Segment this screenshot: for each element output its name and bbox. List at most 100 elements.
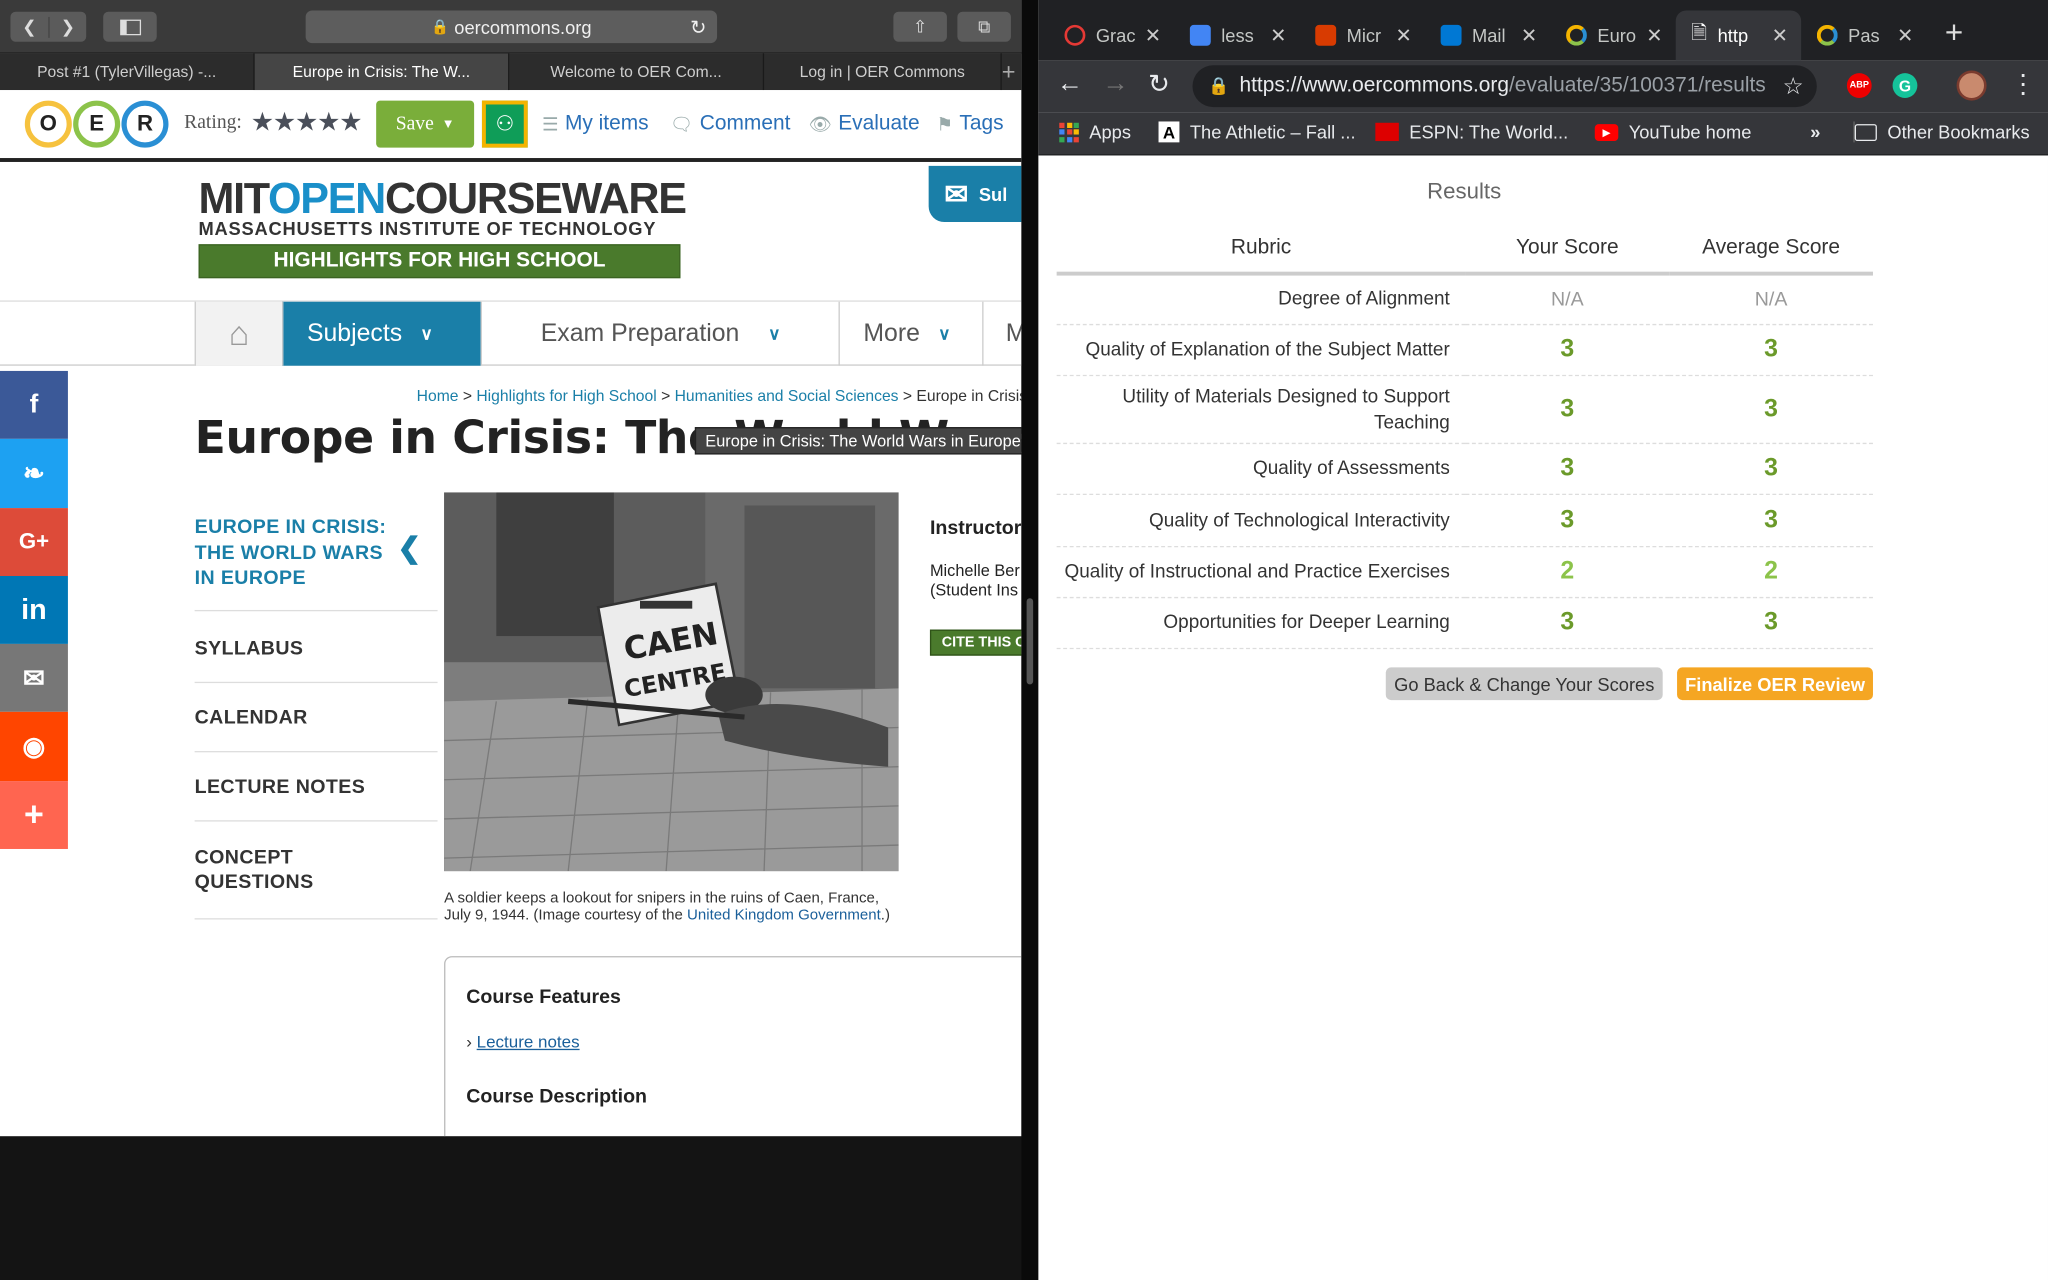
course-nav-calendar[interactable]: CALENDAR — [194, 682, 438, 752]
my-items-link[interactable]: ☰ My items — [542, 112, 649, 136]
forward-icon[interactable]: ❯ — [48, 16, 86, 38]
nav-more-label: More — [863, 319, 920, 347]
safari-toolbar: ❮ ❯ 🔒 oercommons.org ↻ ⇧ ⧉ — [0, 0, 1022, 54]
reddit-icon[interactable]: ◉ — [0, 712, 68, 781]
results-header-row: Rubric Your Score Average Score — [1056, 225, 1873, 275]
chrome-tab[interactable]: less ✕ — [1174, 10, 1299, 60]
your-score: 3 — [1465, 443, 1670, 496]
chrome-tab-label: Mail — [1471, 24, 1506, 46]
cite-this-course-button[interactable]: CITE THIS C — [929, 629, 1022, 656]
mit-main-nav: ⌂ Subjects ∨ Exam Preparation ∨ More ∨ M — [0, 300, 1022, 366]
breadcrumb-home[interactable]: Home — [417, 387, 459, 405]
safari-tab[interactable]: Post #1 (TylerVillegas) -... — [0, 53, 255, 91]
bookmark-espn[interactable]: ESPN: The World... — [1375, 121, 1568, 142]
course-nav-concept-questions[interactable]: CONCEPT QUESTIONS — [194, 821, 438, 919]
evaluate-link[interactable]: 👁 Evaluate — [808, 112, 919, 136]
oer-logo-o[interactable]: O — [24, 100, 72, 148]
bookmark-star-icon[interactable]: ☆ — [1783, 72, 1804, 99]
close-tab-icon[interactable]: ✕ — [1772, 24, 1788, 47]
athletic-icon: A — [1158, 121, 1180, 143]
course-nav-syllabus[interactable]: SYLLABUS — [194, 611, 438, 683]
back-forward-buttons[interactable]: ❮ ❯ — [10, 11, 87, 42]
rating-stars[interactable]: ★★★★★ — [251, 106, 363, 139]
comment-link[interactable]: 🗨 Comment — [670, 112, 790, 136]
share-icon: ⇧ — [913, 16, 928, 36]
safari-tab[interactable]: Welcome to OER Com... — [509, 53, 765, 91]
chrome-tab[interactable]: Mail ✕ — [1425, 10, 1550, 60]
bookmarks-overflow-icon[interactable]: » — [1810, 121, 1820, 142]
nav-subjects[interactable]: Subjects ∨ — [282, 301, 481, 366]
list-icon: ☰ — [542, 112, 559, 134]
address-bar[interactable]: 🔒 oercommons.org ↻ — [305, 10, 718, 44]
chrome-tab[interactable]: Grac ✕ — [1049, 10, 1174, 60]
chrome-tab-active[interactable]: 🗎 http ✕ — [1675, 10, 1802, 61]
grammarly-icon[interactable]: G — [1892, 73, 1918, 98]
mit-ocw-logo[interactable]: MITOPENCOURSEWARE MASSACHUSETTS INSTITUT… — [198, 176, 687, 279]
more-share-icon[interactable]: + — [0, 780, 68, 850]
close-tab-icon[interactable]: ✕ — [1145, 24, 1161, 47]
twitter-icon[interactable]: ❧ — [0, 439, 68, 508]
finalize-review-button[interactable]: Finalize OER Review — [1677, 667, 1873, 701]
bookmark-athletic[interactable]: A The Athletic – Fall ... — [1158, 121, 1356, 143]
header-your-score: Your Score — [1465, 225, 1670, 275]
new-tab-icon[interactable]: + — [1945, 16, 1963, 53]
reload-icon[interactable]: ↻ — [690, 15, 706, 38]
share-button[interactable]: ⇧ — [893, 11, 947, 42]
breadcrumb-current: Europe in Crisis — [916, 386, 1022, 405]
back-icon[interactable]: ❮ — [10, 16, 48, 37]
chrome-tab[interactable]: Euro ✕ — [1550, 10, 1675, 60]
course-nav-home[interactable]: EUROPE IN CRISIS: THE WORLD WARS IN EURO… — [194, 512, 438, 611]
nav-exam-label: Exam Preparation — [540, 319, 740, 347]
nav-more[interactable]: More ∨ — [838, 301, 983, 366]
back-arrow-icon[interactable]: ← — [1057, 69, 1083, 99]
chrome-tab-label: Micr — [1346, 24, 1382, 46]
other-bookmarks[interactable]: Other Bookmarks — [1853, 121, 2030, 143]
nav-home[interactable]: ⌂ — [194, 301, 283, 366]
close-tab-icon[interactable]: ✕ — [1270, 24, 1286, 47]
safari-tab-active[interactable]: Europe in Crisis: The W... — [254, 53, 510, 91]
facebook-icon[interactable]: f — [0, 370, 68, 440]
reload-icon[interactable]: ↻ — [1148, 68, 1170, 101]
save-button[interactable]: Save ▼ — [376, 100, 475, 148]
oer-favicon-icon — [1566, 24, 1587, 46]
table-row: Degree of Alignment N/A N/A — [1056, 272, 1873, 325]
bookmark-apps[interactable]: Apps — [1059, 121, 1131, 142]
caption-link[interactable]: United Kingdom Government — [687, 908, 881, 924]
email-icon[interactable]: ✉ — [0, 644, 68, 713]
linkedin-icon[interactable]: in — [0, 575, 68, 645]
course-nav-lecture-notes[interactable]: LECTURE NOTES — [194, 752, 438, 821]
forward-arrow-icon[interactable]: → — [1102, 69, 1128, 99]
close-tab-icon[interactable]: ✕ — [1521, 24, 1537, 47]
chrome-tab[interactable]: Micr ✕ — [1300, 10, 1425, 60]
tags-link[interactable]: ⚑ Tags — [936, 112, 1003, 136]
close-tab-icon[interactable]: ✕ — [1395, 24, 1411, 47]
nav-exam-preparation[interactable]: Exam Preparation ∨ — [480, 301, 839, 366]
close-tab-icon[interactable]: ✕ — [1646, 24, 1662, 47]
lecture-notes-link[interactable]: Lecture notes — [477, 1032, 580, 1052]
bookmark-youtube[interactable]: ▶ YouTube home — [1594, 121, 1751, 142]
header-average-score: Average Score — [1669, 225, 1873, 275]
caption-end: .) — [880, 907, 890, 924]
new-tab-icon[interactable]: + — [1002, 54, 1022, 91]
chrome-toolbar: ← → ↻ 🔒 https://www.oercommons.org/evalu… — [1038, 60, 2048, 113]
tabs-overview-button[interactable]: ⧉ — [957, 11, 1011, 42]
adblock-icon[interactable]: ABP — [1846, 73, 1872, 98]
breadcrumb-highlights[interactable]: Highlights for High School — [476, 387, 656, 405]
split-view-handle[interactable] — [1026, 598, 1034, 685]
oer-logo-e[interactable]: E — [73, 100, 121, 148]
sidebar-button[interactable] — [103, 11, 157, 42]
google-plus-icon[interactable]: G+ — [0, 507, 68, 576]
oer-logo-r[interactable]: R — [121, 100, 169, 148]
breadcrumb-humanities[interactable]: Humanities and Social Sciences — [675, 387, 899, 405]
omnibox[interactable]: 🔒 https://www.oercommons.org/evaluate/35… — [1192, 65, 1817, 108]
google-classroom-button[interactable]: ⚇ — [481, 100, 528, 148]
chevron-left-icon[interactable]: ❮ — [397, 534, 421, 562]
safari-tab[interactable]: Log in | OER Commons — [764, 53, 1002, 91]
nav-m[interactable]: M — [982, 301, 1021, 366]
chrome-tab[interactable]: Pas ✕ — [1801, 10, 1926, 60]
subscribe-tab[interactable]: ✉ Sul — [928, 165, 1022, 223]
profile-avatar[interactable] — [1956, 70, 1987, 101]
menu-kebab-icon[interactable]: ⋮ — [2010, 68, 2036, 101]
go-back-change-scores-button[interactable]: Go Back & Change Your Scores — [1385, 667, 1663, 701]
close-tab-icon[interactable]: ✕ — [1897, 24, 1913, 47]
